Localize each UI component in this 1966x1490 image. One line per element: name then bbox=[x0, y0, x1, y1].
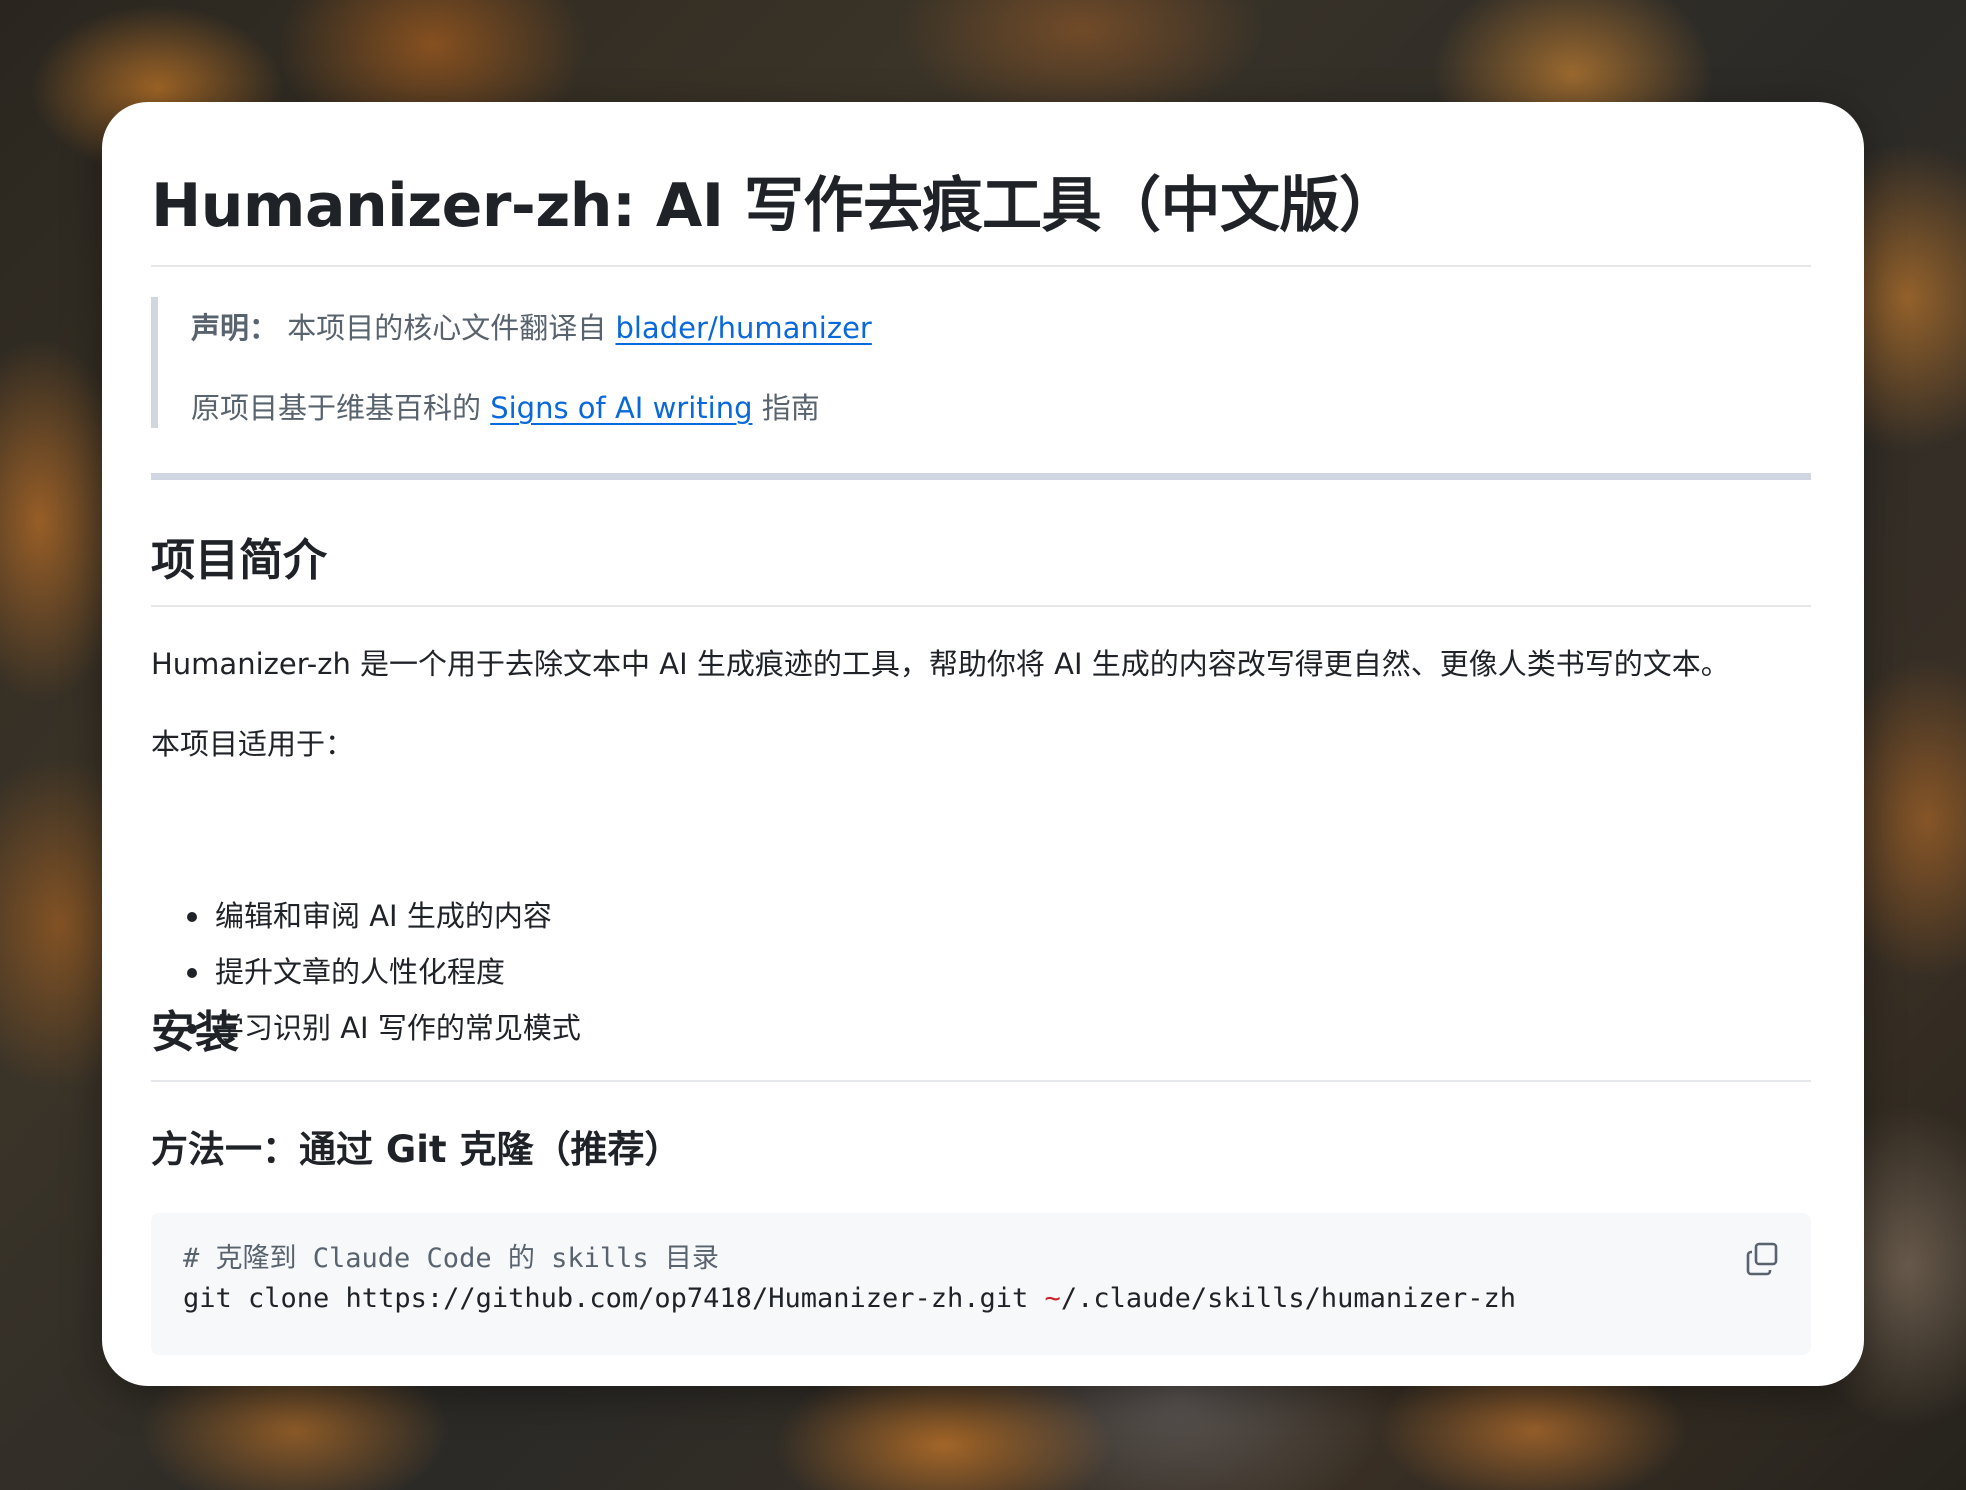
section-rule bbox=[151, 473, 1811, 480]
blader-humanizer-link[interactable]: blader/humanizer bbox=[615, 311, 871, 345]
signs-of-ai-writing-link[interactable]: Signs of AI writing bbox=[490, 391, 752, 425]
code-block: # 克隆到 Claude Code 的 skills 目录 git clone … bbox=[151, 1213, 1811, 1355]
title-divider bbox=[151, 265, 1811, 267]
notice-line2-prefix: 原项目基于维基百科的 bbox=[191, 391, 491, 425]
applies-to-label: 本项目适用于： bbox=[151, 727, 355, 761]
intro-heading: 项目简介 bbox=[151, 535, 327, 586]
method-one-heading: 方法一：通过 Git 克隆（推荐） bbox=[151, 1128, 682, 1172]
code-comment: # 克隆到 Claude Code 的 skills 目录 bbox=[183, 1243, 719, 1274]
install-heading: 安装 bbox=[151, 1007, 239, 1058]
notice-line-2: 原项目基于维基百科的 Signs of AI writing 指南 bbox=[191, 390, 820, 426]
install-divider-placeholder bbox=[151, 1080, 1811, 1082]
page-title: Humanizer-zh: AI 写作去痕工具（中文版） bbox=[151, 171, 1399, 241]
method-one-text: 方法一：通过 Git 克隆（推荐） bbox=[151, 1128, 682, 1171]
notice-label: 声明： bbox=[191, 311, 279, 345]
list-item: 编辑和审阅 AI 生成的内容 bbox=[151, 898, 581, 954]
intro-description: Humanizer-zh 是一个用于去除文本中 AI 生成痕迹的工具，帮助你将 … bbox=[151, 647, 1730, 681]
notice-line-1: 声明： 本项目的核心文件翻译自 blader/humanizer bbox=[191, 310, 872, 346]
bullet-icon bbox=[187, 968, 197, 978]
notice-text: 本项目的核心文件翻译自 bbox=[278, 311, 616, 345]
copy-button[interactable] bbox=[1743, 1239, 1783, 1279]
list-item: 提升文章的人性化程度 bbox=[151, 954, 581, 1010]
notice-blockquote: 声明： 本项目的核心文件翻译自 blader/humanizer 原项目基于维基… bbox=[151, 297, 1818, 428]
readme-card: Humanizer-zh: AI 写作去痕工具（中文版） 声明： 本项目的核心文… bbox=[102, 102, 1864, 1386]
code-command: git clone https://github.com/op7418/Huma… bbox=[183, 1283, 1516, 1314]
intro-divider bbox=[151, 605, 1811, 607]
notice-line2-suffix: 指南 bbox=[752, 391, 820, 425]
bullet-icon bbox=[187, 912, 197, 922]
copy-icon bbox=[1746, 1242, 1778, 1276]
